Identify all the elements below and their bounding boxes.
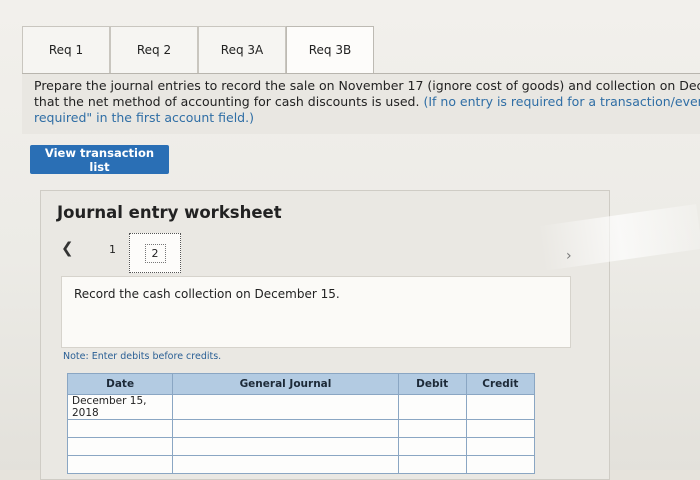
column-header-general-journal: General Journal — [172, 373, 399, 395]
question-prompt: Prepare the journal entries to record th… — [22, 74, 700, 134]
prompt-line-1: Prepare the journal entries to record th… — [34, 78, 700, 93]
tab-req-2[interactable]: Req 2 — [110, 26, 198, 73]
date-cell[interactable]: December 15, 2018 — [66, 394, 174, 420]
prompt-line-2-text: that the net method of accounting for ca… — [34, 94, 424, 109]
tab-req-3b[interactable]: Req 3B — [286, 26, 374, 73]
account-field[interactable] — [172, 455, 399, 474]
credit-field[interactable] — [465, 455, 536, 474]
prompt-hint: (If no entry is required for a transacti… — [423, 94, 700, 109]
credit-field[interactable] — [465, 419, 536, 438]
journal-entry-worksheet: Journal entry worksheet ❮ 1 2 Record the… — [40, 190, 610, 480]
table-row: December 15, 2018 — [66, 394, 536, 420]
column-header-date: Date — [66, 373, 174, 395]
date-cell[interactable] — [66, 455, 174, 474]
debit-field[interactable] — [397, 437, 467, 456]
account-field[interactable] — [172, 437, 399, 456]
column-header-debit: Debit — [397, 373, 467, 395]
requirement-tabs: Req 1 Req 2 Req 3A Req 3B — [22, 26, 374, 74]
prompt-line-2: that the net method of accounting for ca… — [34, 94, 700, 110]
chevron-left-icon[interactable]: ❮ — [61, 239, 74, 257]
table-row — [66, 419, 536, 438]
table-row — [66, 455, 536, 474]
credit-field[interactable] — [465, 437, 536, 456]
page-1-link[interactable]: 1 — [109, 243, 116, 256]
page-2-label: 2 — [144, 243, 166, 263]
view-transaction-list-button[interactable]: View transaction list — [30, 145, 169, 174]
tab-req-1[interactable]: Req 1 — [22, 26, 110, 73]
debit-field[interactable] — [397, 394, 467, 420]
credit-field[interactable] — [465, 394, 536, 420]
date-cell[interactable] — [66, 437, 174, 456]
chevron-right-icon[interactable]: › — [566, 248, 572, 264]
debit-field[interactable] — [397, 455, 467, 474]
column-header-credit: Credit — [465, 373, 536, 395]
account-field[interactable] — [172, 394, 399, 420]
date-cell[interactable] — [66, 419, 174, 438]
table-row — [66, 437, 536, 456]
tab-req-3a[interactable]: Req 3A — [198, 26, 286, 73]
account-field[interactable] — [172, 419, 399, 438]
worksheet-title: Journal entry worksheet — [57, 203, 282, 222]
screen: Req 1 Req 2 Req 3A Req 3B Prepare the jo… — [0, 0, 700, 480]
table-header-row: Date General Journal Debit Credit — [66, 373, 536, 395]
journal-table: Date General Journal Debit Credit Decemb… — [66, 373, 536, 474]
instruction-text: Record the cash collection on December 1… — [74, 287, 340, 301]
prompt-line-3: required" in the first account field.) — [34, 110, 254, 125]
note-text: Note: Enter debits before credits. — [63, 351, 222, 362]
debit-field[interactable] — [397, 419, 467, 438]
instruction-box: Record the cash collection on December 1… — [61, 276, 571, 348]
page-2-link[interactable]: 2 — [129, 233, 181, 273]
